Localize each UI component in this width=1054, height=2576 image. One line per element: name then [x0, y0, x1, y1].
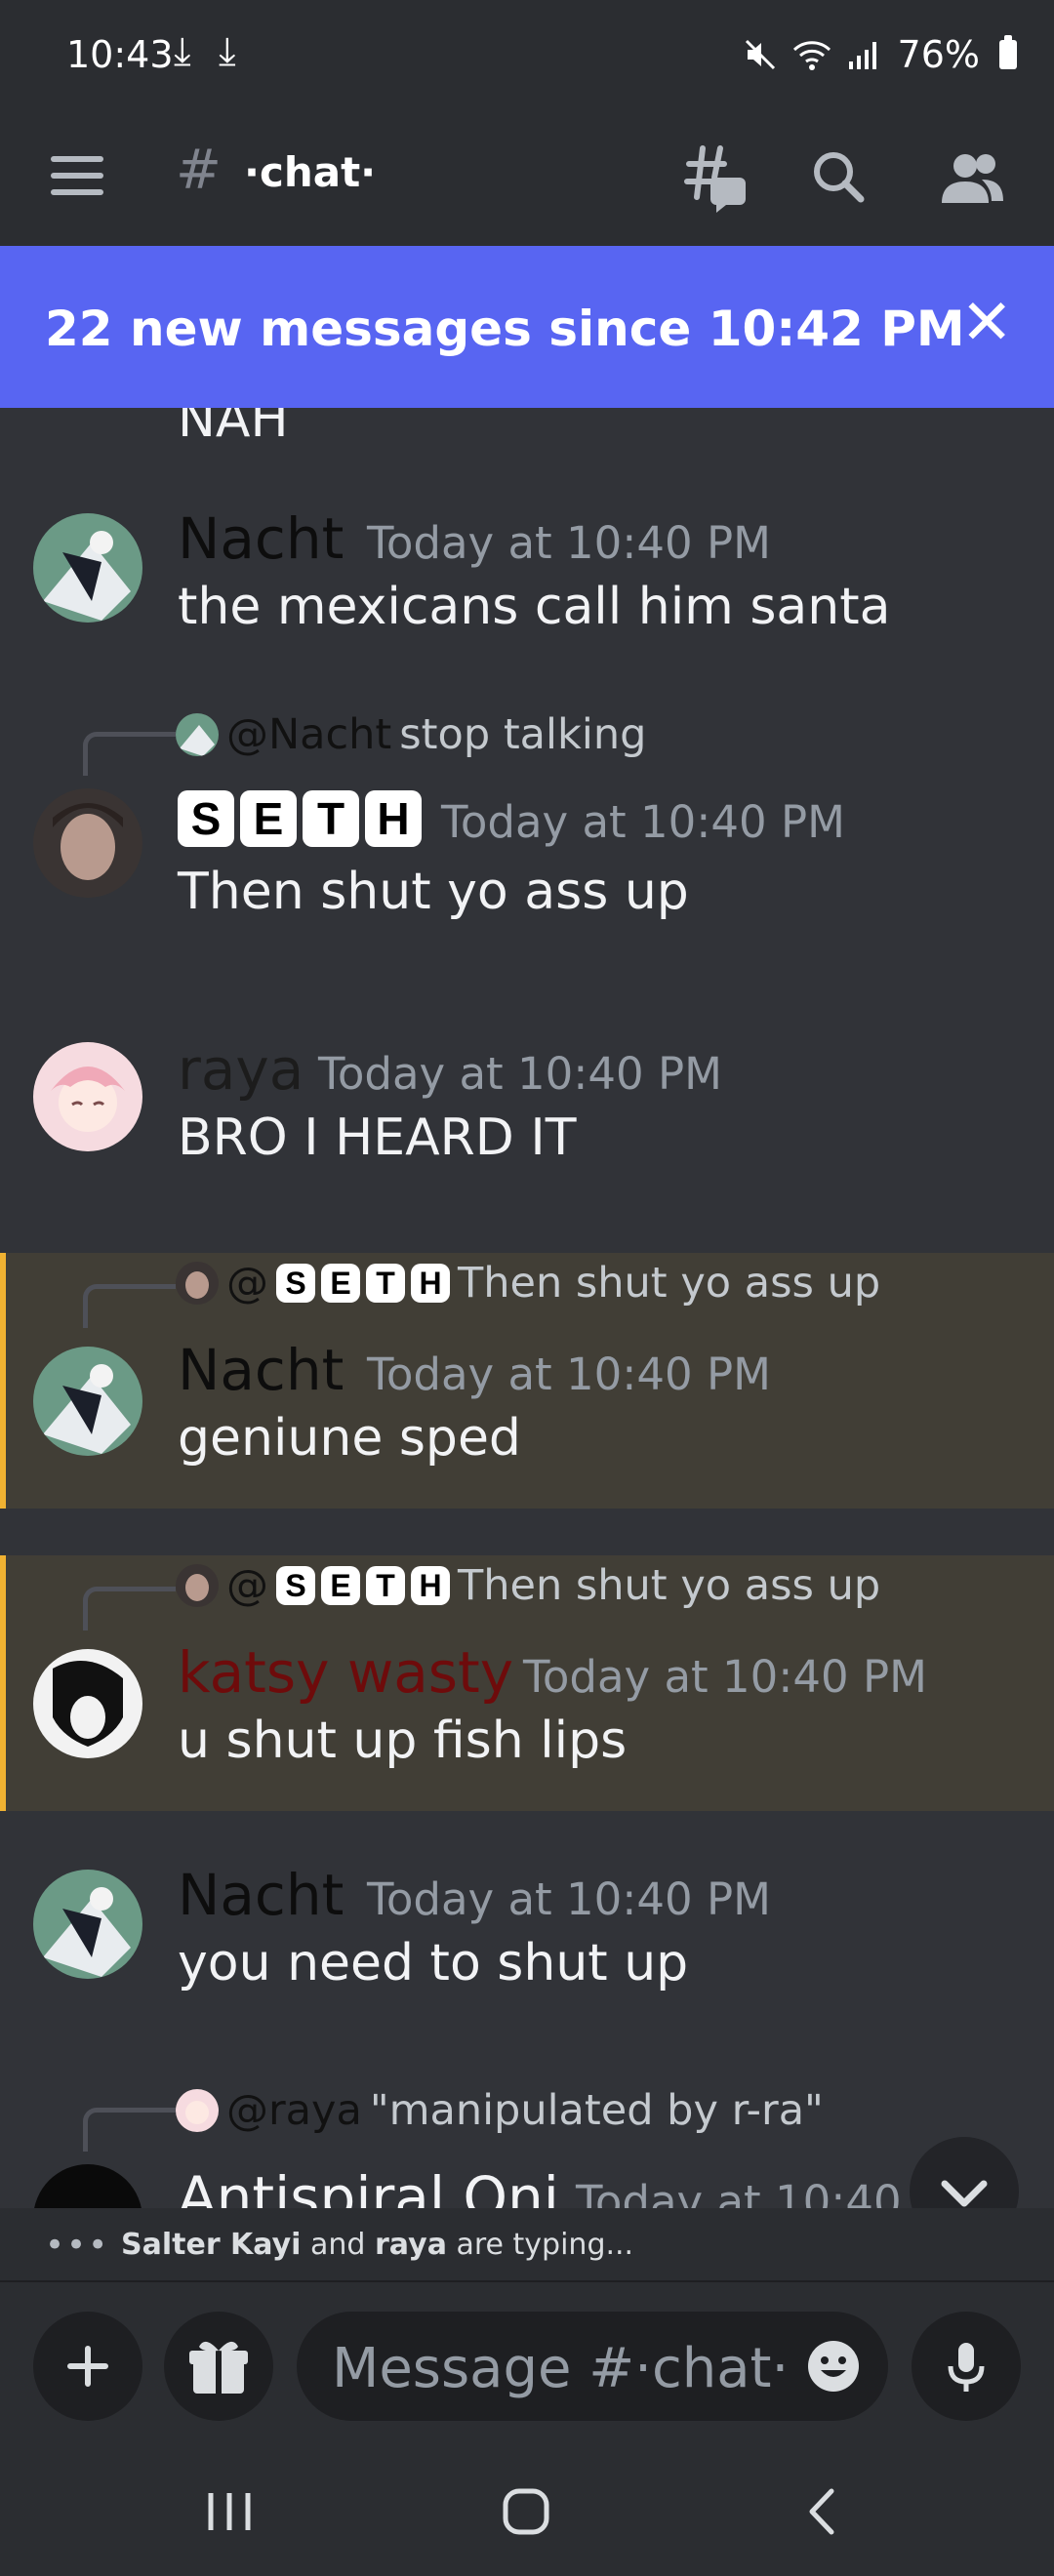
reply-username: @raya: [226, 2086, 362, 2135]
signal-icon: [848, 42, 876, 69]
search-icon[interactable]: [800, 139, 878, 217]
download-icon: ⤓: [219, 29, 236, 74]
wifi-icon: [792, 41, 831, 70]
message-list[interactable]: NAH Nacht Today at 10:40 PM the mexicans…: [0, 408, 1054, 2208]
message-content: the mexicans call him santa: [178, 578, 891, 636]
timestamp: Today at 10:40 PM: [367, 1348, 771, 1400]
timestamp: Today at 10:40 PM: [318, 1048, 722, 1100]
reply-connector: [83, 732, 176, 776]
list-item: @raya "manipulated by r-ra" Antispiral O…: [0, 2086, 1054, 2208]
reply-connector: [83, 1587, 176, 1630]
username[interactable]: Nacht: [178, 505, 344, 572]
list-item-mention: @ S E T H Then shut yo ass up katsy wast…: [0, 1555, 1054, 1811]
avatar[interactable]: [33, 2164, 142, 2208]
typing-text: Salter Kayi and raya are typing...: [121, 2228, 634, 2262]
avatar[interactable]: [33, 1042, 142, 1151]
avatar[interactable]: [33, 1649, 142, 1758]
threads-icon[interactable]: [673, 139, 751, 217]
reply-preview[interactable]: @ S E T H Then shut yo ass up: [176, 1561, 880, 1610]
gift-button[interactable]: [164, 2312, 273, 2421]
reply-username: S E T H: [276, 1264, 450, 1303]
message-content: NAH: [178, 408, 289, 449]
message-content: Then shut yo ass up: [178, 863, 689, 921]
message-composer: Message #·chat·: [0, 2282, 1054, 2448]
message-placeholder: Message #·chat·: [332, 2337, 790, 2400]
timestamp: Today at 10:40 P: [576, 2176, 943, 2208]
channel-hash-icon: #: [176, 139, 222, 202]
reply-connector: [83, 2108, 176, 2152]
avatar: [176, 2089, 219, 2132]
reply-text: stop talking: [399, 710, 647, 759]
status-time: 10:43: [66, 33, 174, 76]
message-content: BRO I HEARD IT: [178, 1108, 577, 1167]
home-icon[interactable]: [500, 2485, 552, 2538]
avatar[interactable]: [33, 1870, 142, 1979]
reply-username: @Nacht: [226, 710, 392, 759]
list-item: @Nacht stop talking S E T H Today at 10:…: [0, 710, 1054, 921]
reply-connector: [83, 1284, 176, 1328]
username[interactable]: katsy wasty: [178, 1639, 513, 1706]
reply-preview[interactable]: @raya "manipulated by r-ra": [176, 2086, 824, 2135]
reply-preview[interactable]: @Nacht stop talking: [176, 710, 646, 759]
avatar[interactable]: [33, 513, 142, 623]
reply-username: S E T H: [276, 1566, 450, 1605]
timestamp: Today at 10:40 PM: [441, 796, 845, 848]
new-messages-text: 22 new messages since 10:42 PM: [45, 301, 965, 357]
members-icon[interactable]: [933, 139, 1011, 217]
avatar[interactable]: [33, 1347, 142, 1456]
timestamp: Today at 10:40 PM: [367, 517, 771, 569]
reply-text: "manipulated by r-ra": [369, 2086, 824, 2135]
microphone-icon: [948, 2343, 985, 2392]
message-content: you need to shut up: [178, 1934, 689, 1992]
message-content: geniune sped: [178, 1409, 521, 1468]
channel-name[interactable]: ·chat·: [244, 148, 376, 196]
username[interactable]: Nacht: [178, 1337, 344, 1403]
download-icon: ⤓: [174, 29, 191, 74]
close-icon[interactable]: ✕: [960, 287, 1013, 359]
username[interactable]: raya: [178, 1036, 304, 1103]
reply-text: Then shut yo ass up: [458, 1561, 881, 1610]
back-icon[interactable]: [802, 2485, 841, 2538]
voice-button[interactable]: [912, 2312, 1021, 2421]
message-content: u shut up fish lips: [178, 1711, 628, 1770]
username[interactable]: Antispiral Oni: [178, 2164, 559, 2208]
list-item: Nacht Today at 10:40 PM the mexicans cal…: [0, 505, 1054, 642]
typing-dots: •••: [45, 2226, 110, 2265]
emoji-icon[interactable]: [806, 2339, 861, 2394]
gift-icon: [189, 2341, 248, 2394]
list-item-mention: @ S E T H Then shut yo ass up Nacht Toda…: [0, 1253, 1054, 1509]
channel-header: # ·chat·: [0, 117, 1054, 248]
typing-indicator: ••• Salter Kayi and raya are typing...: [0, 2208, 1054, 2282]
new-messages-bar[interactable]: 22 new messages since 10:42 PM ✕: [0, 246, 1054, 408]
plus-icon: [67, 2346, 108, 2387]
menu-icon[interactable]: [51, 156, 103, 195]
add-button[interactable]: [33, 2312, 142, 2421]
recent-apps-icon[interactable]: [203, 2487, 256, 2536]
reply-preview[interactable]: @ S E T H Then shut yo ass up: [176, 1259, 880, 1308]
list-item: raya Today at 10:40 PM BRO I HEARD IT: [0, 1036, 1054, 1179]
username[interactable]: S E T H: [178, 790, 422, 847]
avatar: [176, 1564, 219, 1607]
battery-icon: [999, 35, 1017, 69]
list-item: Nacht Today at 10:40 PM you need to shut…: [0, 1862, 1054, 1998]
message-input[interactable]: Message #·chat·: [297, 2312, 888, 2421]
avatar: [176, 713, 219, 756]
timestamp: Today at 10:40 PM: [367, 1873, 771, 1925]
username[interactable]: Nacht: [178, 1862, 344, 1928]
avatar[interactable]: [33, 788, 142, 898]
list-item: NAH: [0, 408, 1054, 457]
battery-percent: 76%: [897, 33, 980, 76]
avatar: [176, 1262, 219, 1305]
status-bar: 10:43 ⤓ ⤓ 76%: [0, 0, 1054, 117]
mute-icon: [745, 39, 775, 70]
system-nav-bar: [0, 2448, 1054, 2576]
reply-text: Then shut yo ass up: [458, 1259, 881, 1308]
timestamp: Today at 10:40 PM: [523, 1651, 927, 1703]
